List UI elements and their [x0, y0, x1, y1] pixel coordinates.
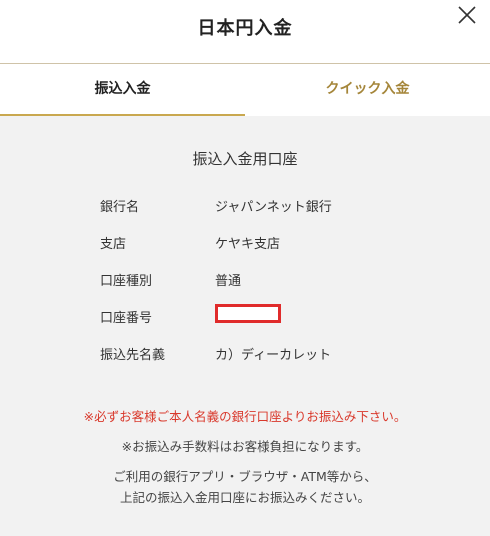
transfer-guide-line-2: 上記の振込入金用口座にお振込みください。: [119, 490, 370, 505]
account-type-label: 口座種別: [100, 274, 153, 289]
account-number-redacted: [215, 304, 281, 323]
transfer-guide-line-1: ご利用の銀行アプリ・ブラウザ・ATM等から、: [113, 469, 377, 484]
transfer-panel: 振込入金用口座 銀行名 ジャパンネット銀行 支店 ケヤキ支店 口座種別 普通 口…: [0, 116, 490, 536]
branch-value: ケヤキ支店: [215, 237, 281, 252]
info-row-payee-name: 振込先名義 カ）ディーカレット: [100, 344, 420, 366]
info-row-branch: 支店 ケヤキ支店: [100, 233, 420, 255]
info-row-bank-name: 銀行名 ジャパンネット銀行: [100, 196, 420, 218]
tab-bar: 振込入金 クイック入金: [0, 64, 490, 116]
payee-name-label: 振込先名義: [100, 348, 166, 363]
transfer-guide: ご利用の銀行アプリ・ブラウザ・ATM等から、 上記の振込入金用口座にお振込みくだ…: [0, 466, 490, 508]
info-row-account-type: 口座種別 普通: [100, 270, 420, 292]
tab-bank-transfer[interactable]: 振込入金: [0, 64, 245, 116]
own-account-warning: ※必ずお客様ご本人名義の銀行口座よりお振込み下さい。: [83, 409, 407, 424]
modal-title: 日本円入金: [197, 18, 293, 39]
info-row-account-number: 口座番号: [100, 304, 420, 329]
bank-name-value: ジャパンネット銀行: [215, 200, 332, 215]
account-type-value: 普通: [215, 274, 242, 289]
close-button[interactable]: [456, 4, 478, 26]
panel-title: 振込入金用口座: [192, 150, 298, 168]
close-icon: [458, 6, 476, 24]
modal-header: 日本円入金: [0, 0, 490, 64]
bank-name-label: 銀行名: [100, 200, 140, 215]
payee-name-value: カ）ディーカレット: [215, 348, 332, 363]
branch-label: 支店: [100, 237, 127, 252]
tab-quick-deposit[interactable]: クイック入金: [245, 64, 490, 116]
fee-notice: ※お振込み手数料はお客様負担になります。: [121, 439, 369, 454]
account-number-label: 口座番号: [100, 311, 153, 326]
